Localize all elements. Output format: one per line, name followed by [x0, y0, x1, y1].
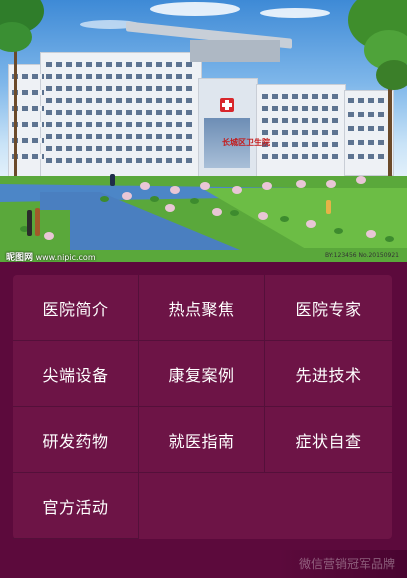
flower-shrub [306, 220, 316, 228]
window-row [348, 154, 388, 159]
roof-canopy [190, 40, 280, 62]
hospital-name-sign: 长城区卫生院 [222, 138, 270, 147]
building-main-left [40, 52, 202, 184]
window-row [46, 86, 194, 91]
window-row [262, 130, 340, 135]
menu-item-technology[interactable]: 先进技术 [265, 341, 392, 407]
window-row [46, 62, 194, 67]
watermark-site: 昵图网 [6, 253, 34, 262]
flower-shrub [326, 180, 336, 188]
flower-shrub [44, 232, 54, 240]
tree-foliage [0, 22, 32, 52]
flower-shrub [165, 204, 175, 212]
flower-shrub [140, 182, 150, 190]
hedge [334, 228, 343, 234]
hedge [280, 216, 289, 222]
person-figure [110, 174, 115, 186]
cloud [260, 8, 330, 18]
window-row [262, 94, 340, 99]
flower-shrub [122, 192, 132, 200]
menu-grid: 医院简介 热点聚焦 医院专家 尖端设备 康复案例 先进技术 研发药物 就医指南 … [13, 275, 392, 539]
cloud [150, 2, 240, 16]
flower-shrub [262, 182, 272, 190]
menu-item-drug-research[interactable]: 研发药物 [13, 407, 139, 473]
menu-item-symptom-check[interactable]: 症状自查 [265, 407, 392, 473]
menu-item-hospital-intro[interactable]: 医院简介 [13, 275, 139, 341]
window-row [262, 118, 340, 123]
red-cross-icon [220, 98, 234, 112]
person-figure [35, 208, 40, 236]
hedge [230, 210, 239, 216]
menu-item-equipment[interactable]: 尖端设备 [13, 341, 139, 407]
window-row [262, 142, 340, 147]
watermark-url: www.nipic.com [35, 253, 96, 262]
footer-watermark: 微信营销冠军品牌 [298, 557, 395, 571]
window-row [46, 134, 194, 139]
hedge [385, 236, 394, 242]
window-row [262, 154, 340, 159]
flower-shrub [200, 182, 210, 190]
menu-item-official-events[interactable]: 官方活动 [13, 473, 139, 539]
flower-shrub [258, 212, 268, 220]
window-row [348, 126, 388, 131]
window-row [348, 98, 388, 103]
flower-shrub [356, 176, 366, 184]
menu-item-hot-topics[interactable]: 热点聚焦 [139, 275, 265, 341]
menu-item-recovery-cases[interactable]: 康复案例 [139, 341, 265, 407]
window-row [348, 140, 388, 145]
window-row [46, 146, 194, 151]
flower-shrub [232, 186, 242, 194]
person-figure [27, 210, 32, 236]
image-watermark-code: BY:123456 No.20150921 [325, 252, 399, 259]
flower-shrub [170, 186, 180, 194]
window-row [262, 106, 340, 111]
hospital-hero-image: 长城区卫生院 昵图网 www.nipic.com BY:123456 No.20… [0, 0, 407, 262]
window-row [46, 158, 194, 163]
flower-shrub [212, 208, 222, 216]
flower-shrub [366, 230, 376, 238]
hedge [100, 196, 109, 202]
window-row [46, 98, 194, 103]
window-row [348, 112, 388, 117]
window-row [46, 122, 194, 127]
window-row [46, 74, 194, 79]
window-row [46, 110, 194, 115]
tree-foliage [376, 60, 407, 90]
image-watermark: 昵图网 www.nipic.com [6, 250, 96, 262]
menu-item-experts[interactable]: 医院专家 [265, 275, 392, 341]
person-figure [326, 200, 331, 214]
flower-shrub [296, 180, 306, 188]
menu-panel: 医院简介 热点聚焦 医院专家 尖端设备 康复案例 先进技术 研发药物 就医指南 … [13, 275, 392, 539]
hedge [190, 198, 199, 204]
hedge [150, 196, 159, 202]
menu-item-visit-guide[interactable]: 就医指南 [139, 407, 265, 473]
